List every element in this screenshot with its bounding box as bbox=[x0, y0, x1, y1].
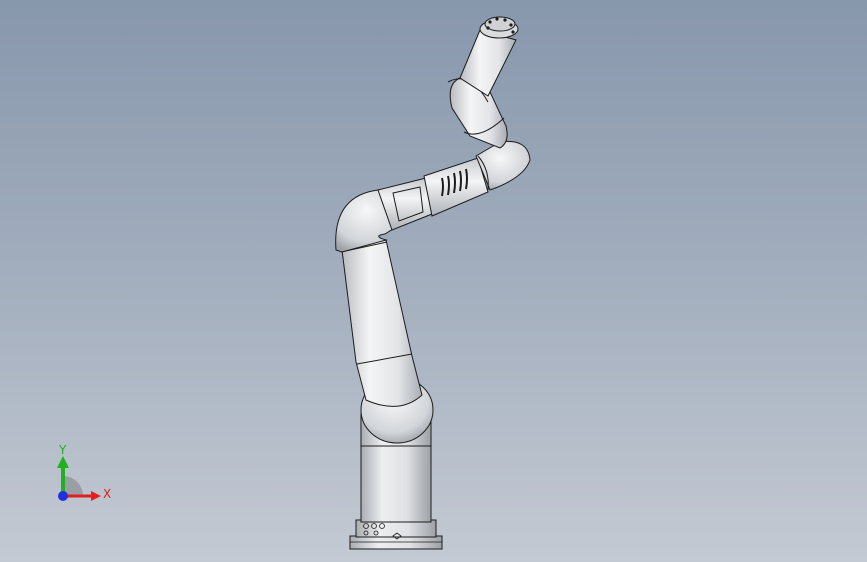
forearm-link bbox=[377, 157, 489, 231]
graphics-viewport[interactable]: Y X bbox=[0, 0, 867, 562]
base-flange bbox=[349, 519, 443, 550]
x-axis-label: X bbox=[103, 487, 111, 501]
z-axis-dot bbox=[58, 491, 68, 501]
robot-arm-model[interactable] bbox=[0, 0, 867, 562]
axis-triad: Y X bbox=[57, 443, 111, 501]
y-axis-label: Y bbox=[58, 443, 67, 457]
tool-flange bbox=[459, 16, 519, 97]
upper-arm-link bbox=[340, 239, 423, 407]
